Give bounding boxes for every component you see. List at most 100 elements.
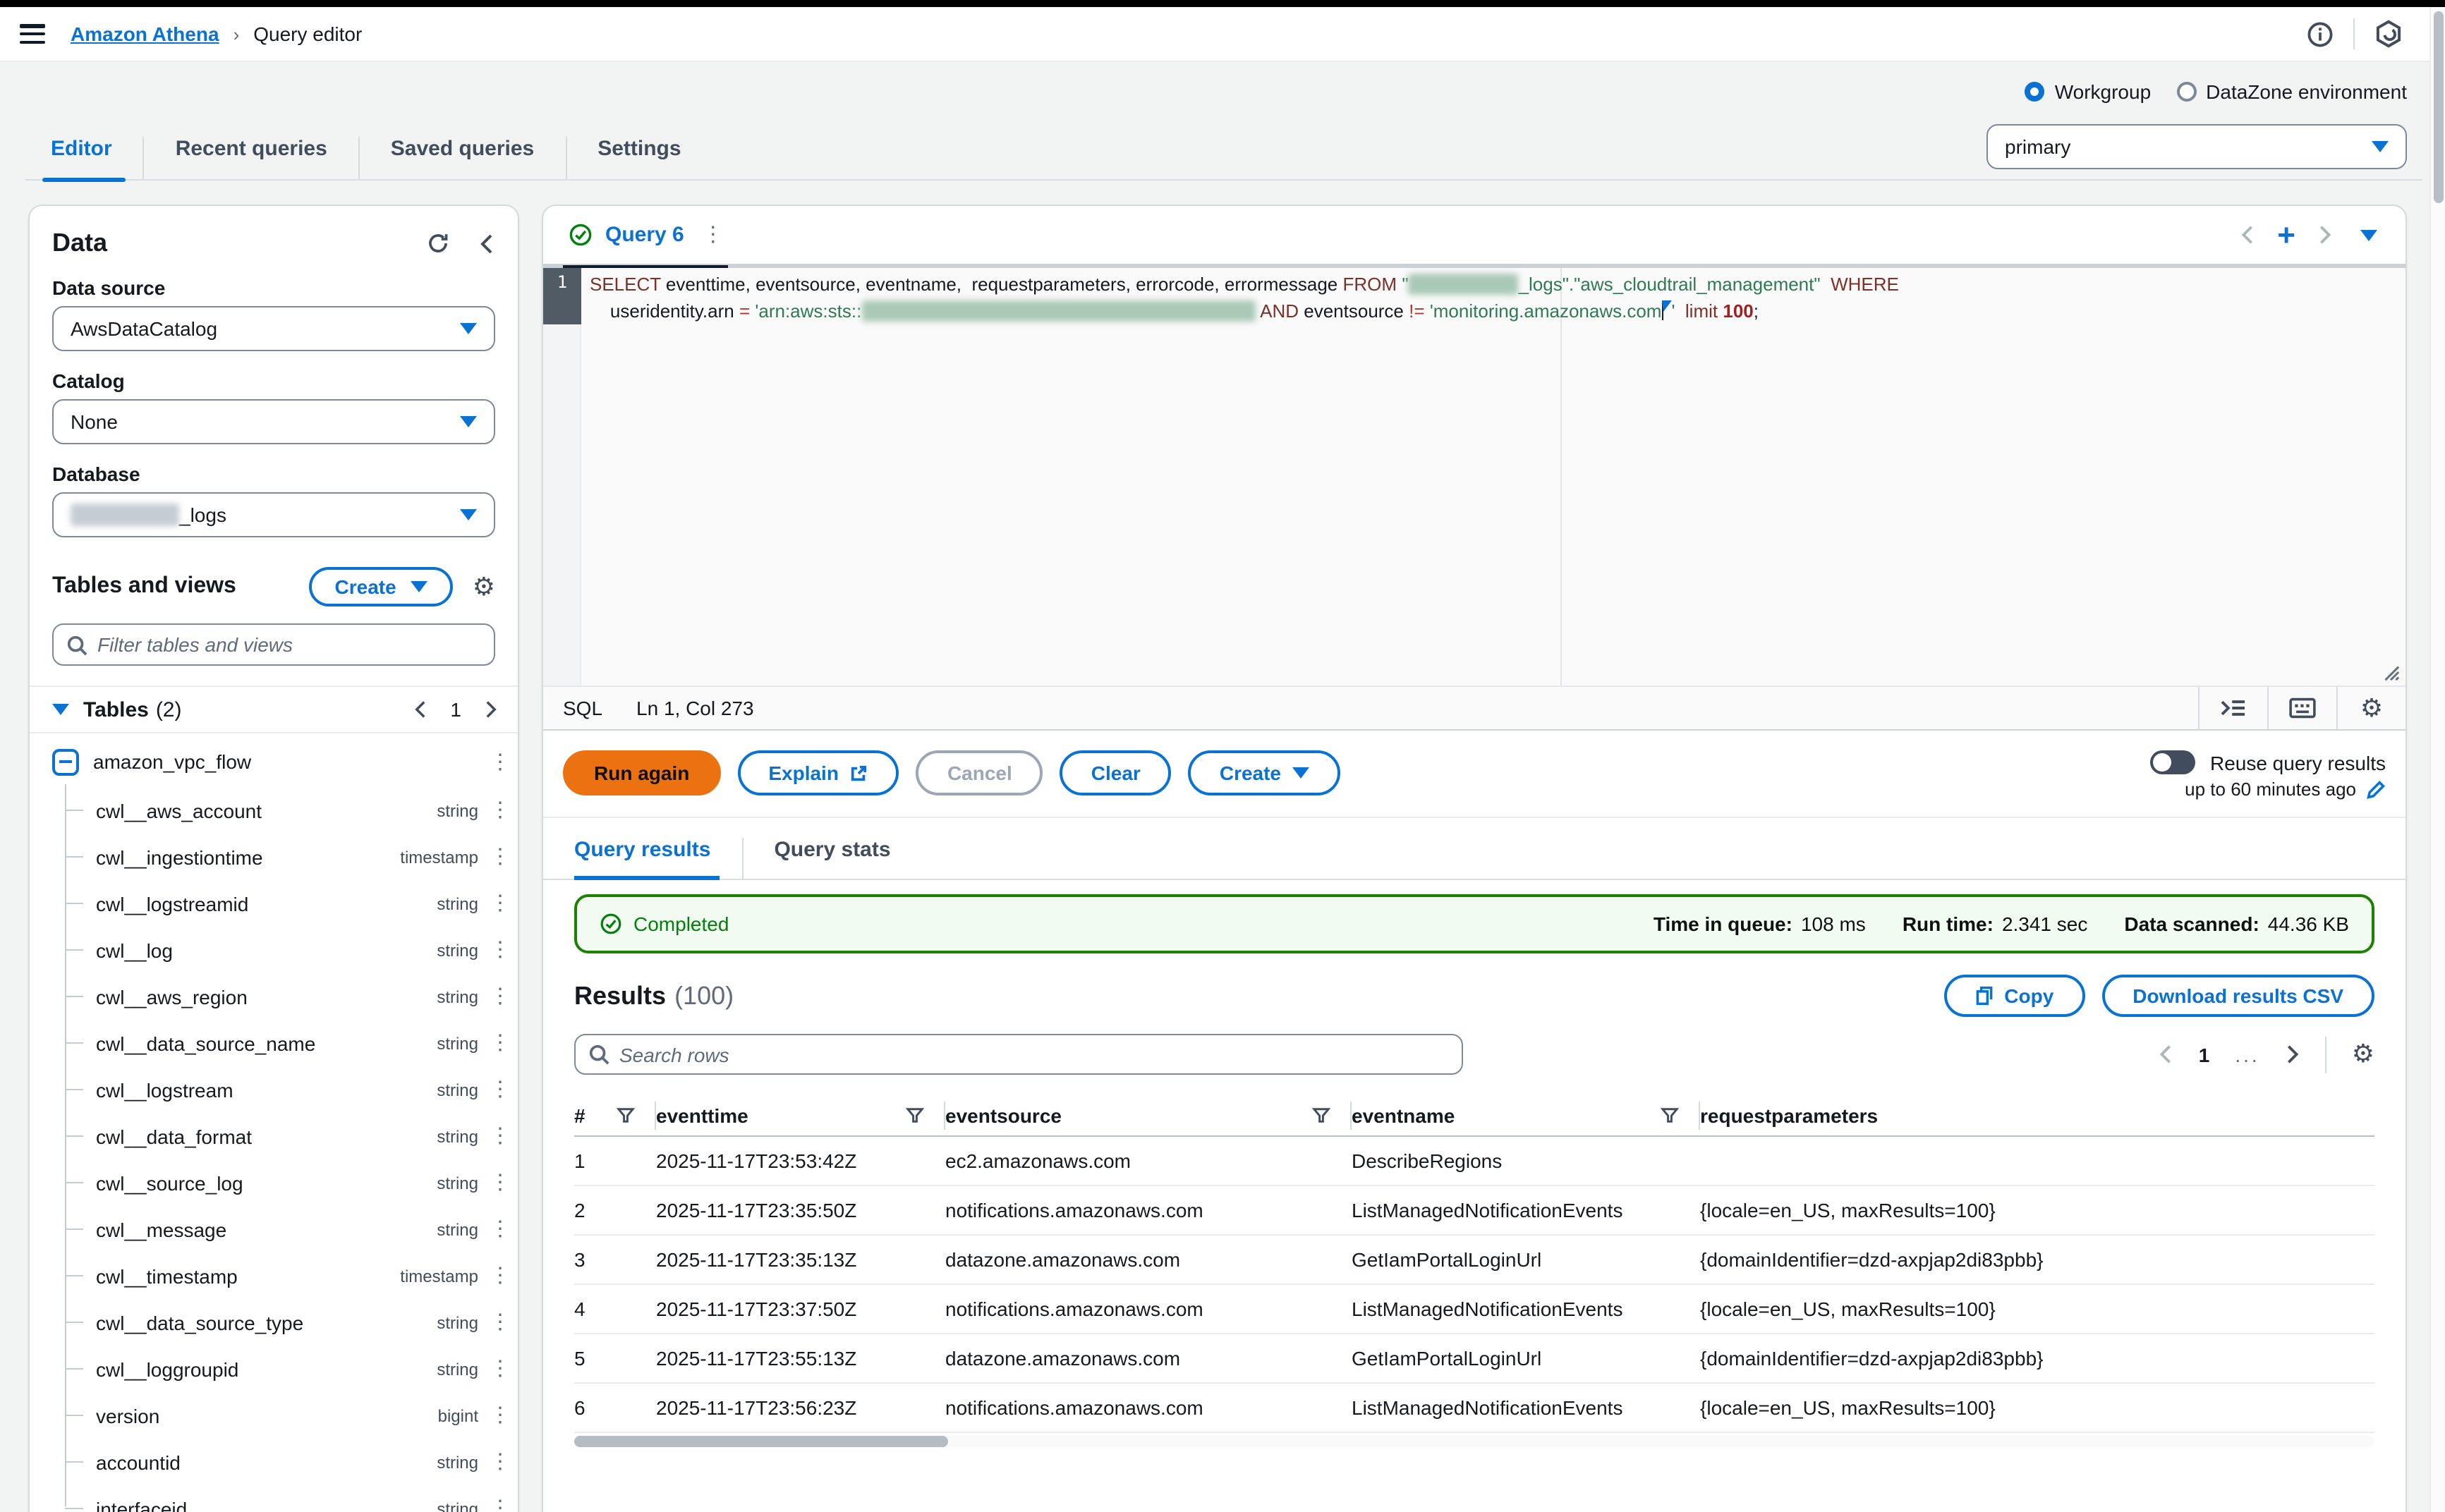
table-row[interactable]: amazon_vpc_flow ⋮ [52,736,509,787]
copy-button[interactable]: Copy [1943,975,2085,1017]
reuse-results-toggle[interactable] [2151,750,2196,774]
table-horizontal-scrollbar[interactable] [574,1436,2374,1447]
column-row[interactable]: interfaceid string ⋮ [52,1485,509,1512]
amazon-q-icon[interactable] [2374,20,2403,48]
kebab-menu-icon[interactable]: ⋮ [490,1451,509,1473]
column-row[interactable]: accountid string ⋮ [52,1439,509,1485]
kebab-menu-icon[interactable]: ⋮ [490,1079,509,1100]
kebab-menu-icon[interactable]: ⋮ [490,800,509,821]
next-results-page-icon[interactable] [2286,1044,2300,1065]
header-eventtime[interactable]: eventtime [656,1101,945,1129]
filter-icon[interactable] [906,1106,924,1123]
kebab-menu-icon[interactable]: ⋮ [490,751,509,772]
scroll-tabs-right-icon[interactable] [2318,224,2332,245]
kebab-menu-icon[interactable]: ⋮ [490,1265,509,1286]
kebab-menu-icon[interactable]: ⋮ [490,1032,509,1054]
filter-icon[interactable] [617,1106,635,1123]
format-query-icon[interactable] [2198,687,2267,729]
filter-icon[interactable] [1661,1106,1679,1123]
column-row[interactable]: cwl__source_log string ⋮ [52,1159,509,1206]
kebab-menu-icon[interactable]: ⋮ [490,939,509,961]
scroll-tabs-left-icon[interactable] [2240,224,2255,245]
edit-pencil-icon[interactable] [2366,779,2386,799]
tab-list-dropdown-icon[interactable] [2360,229,2377,240]
column-row[interactable]: cwl__logstreamid string ⋮ [52,880,509,927]
header-row-number[interactable]: # [574,1101,656,1129]
tab-settings[interactable]: Settings [565,137,712,181]
table-row[interactable]: 3 2025-11-17T23:35:13Z datazone.amazonaw… [574,1236,2374,1285]
column-row[interactable]: version bigint ⋮ [52,1392,509,1439]
kebab-menu-icon[interactable]: ⋮ [490,1172,509,1193]
hamburger-menu-icon[interactable] [20,24,45,44]
radio-datazone[interactable]: DataZone environment [2176,80,2407,103]
workgroup-select[interactable]: primary [1986,124,2407,169]
kebab-menu-icon[interactable]: ⋮ [490,893,509,914]
radio-workgroup[interactable]: Workgroup [2025,80,2151,103]
next-page-icon[interactable] [484,700,498,719]
create-query-button[interactable]: Create [1189,750,1340,795]
column-row[interactable]: cwl__log string ⋮ [52,927,509,973]
breadcrumb-app-link[interactable]: Amazon Athena [71,23,219,45]
column-row[interactable]: cwl__message string ⋮ [52,1206,509,1252]
radio-selected-icon[interactable] [2025,82,2045,102]
create-button[interactable]: Create [310,567,453,606]
new-query-tab-icon[interactable]: + [2277,219,2295,250]
results-page-number[interactable]: 1 [2199,1043,2210,1066]
tab-editor[interactable]: Editor [25,137,143,181]
kebab-menu-icon[interactable]: ⋮ [490,846,509,867]
data-source-select[interactable]: AwsDataCatalog [52,306,495,351]
header-eventname[interactable]: eventname [1352,1101,1700,1129]
tab-query-results[interactable]: Query results [574,838,741,880]
column-row[interactable]: cwl__data_source_type string ⋮ [52,1299,509,1346]
header-requestparameters[interactable]: requestparameters [1700,1101,2374,1129]
header-eventsource[interactable]: eventsource [945,1101,1352,1129]
prev-page-icon[interactable] [413,700,427,719]
column-row[interactable]: cwl__data_format string ⋮ [52,1113,509,1159]
tab-query-stats[interactable]: Query stats [741,838,921,880]
column-row[interactable]: cwl__ingestiontime timestamp ⋮ [52,834,509,880]
column-row[interactable]: cwl__aws_account string ⋮ [52,787,509,834]
sql-editor[interactable]: 1 SELECT eventtime, eventsource, eventna… [543,268,2405,685]
filter-icon[interactable] [1312,1106,1330,1123]
table-row[interactable]: 1 2025-11-17T23:53:42Z ec2.amazonaws.com… [574,1137,2374,1186]
page-scrollbar[interactable] [2429,7,2445,1512]
clear-button[interactable]: Clear [1060,750,1172,795]
download-results-csv-button[interactable]: Download results CSV [2101,975,2374,1017]
column-row[interactable]: cwl__timestamp timestamp ⋮ [52,1252,509,1299]
radio-unselected-icon[interactable] [2176,82,2196,102]
results-settings-gear-icon[interactable]: ⚙ [2352,1040,2374,1069]
refresh-icon[interactable] [426,231,450,255]
kebab-menu-icon[interactable]: ⋮ [490,1219,509,1240]
kebab-menu-icon[interactable]: ⋮ [490,986,509,1007]
editor-settings-gear-icon[interactable]: ⚙ [2336,687,2405,729]
run-again-button[interactable]: Run again [563,750,720,795]
tab-recent-queries[interactable]: Recent queries [143,137,358,181]
collapse-panel-icon[interactable] [478,232,495,255]
page-scrollbar-thumb[interactable] [2433,11,2443,203]
column-row[interactable]: cwl__loggroupid string ⋮ [52,1346,509,1392]
catalog-select[interactable]: None [52,399,495,444]
table-row[interactable]: 2 2025-11-17T23:35:50Z notifications.ama… [574,1186,2374,1236]
kebab-menu-icon[interactable]: ⋮ [490,1358,509,1379]
section-expanded-icon[interactable] [52,704,69,715]
kebab-menu-icon[interactable]: ⋮ [490,1498,509,1512]
table-row[interactable]: 4 2025-11-17T23:37:50Z notifications.ama… [574,1285,2374,1334]
table-row[interactable]: 6 2025-11-17T23:56:23Z notifications.ama… [574,1384,2374,1433]
database-select[interactable]: xxxxxxxxxxx_logs [52,492,495,537]
editor-resize-handle[interactable] [2382,663,2400,681]
column-row[interactable]: cwl__data_source_name string ⋮ [52,1020,509,1066]
query-tab-menu-icon[interactable]: ⋮ [703,224,722,245]
prev-results-page-icon[interactable] [2159,1044,2173,1065]
column-row[interactable]: cwl__aws_region string ⋮ [52,973,509,1020]
cancel-button[interactable]: Cancel [916,750,1043,795]
query-tab[interactable]: Query 6 ⋮ [563,205,728,266]
search-rows-input[interactable] [619,1043,1449,1066]
filter-tables-input[interactable] [97,633,481,656]
explain-button[interactable]: Explain [737,750,899,795]
kebab-menu-icon[interactable]: ⋮ [490,1312,509,1333]
kebab-menu-icon[interactable]: ⋮ [490,1126,509,1147]
gear-icon[interactable]: ⚙ [473,572,495,602]
table-row[interactable]: 5 2025-11-17T23:55:13Z datazone.amazonaw… [574,1334,2374,1384]
tab-saved-queries[interactable]: Saved queries [358,137,565,181]
kebab-menu-icon[interactable]: ⋮ [490,1405,509,1426]
